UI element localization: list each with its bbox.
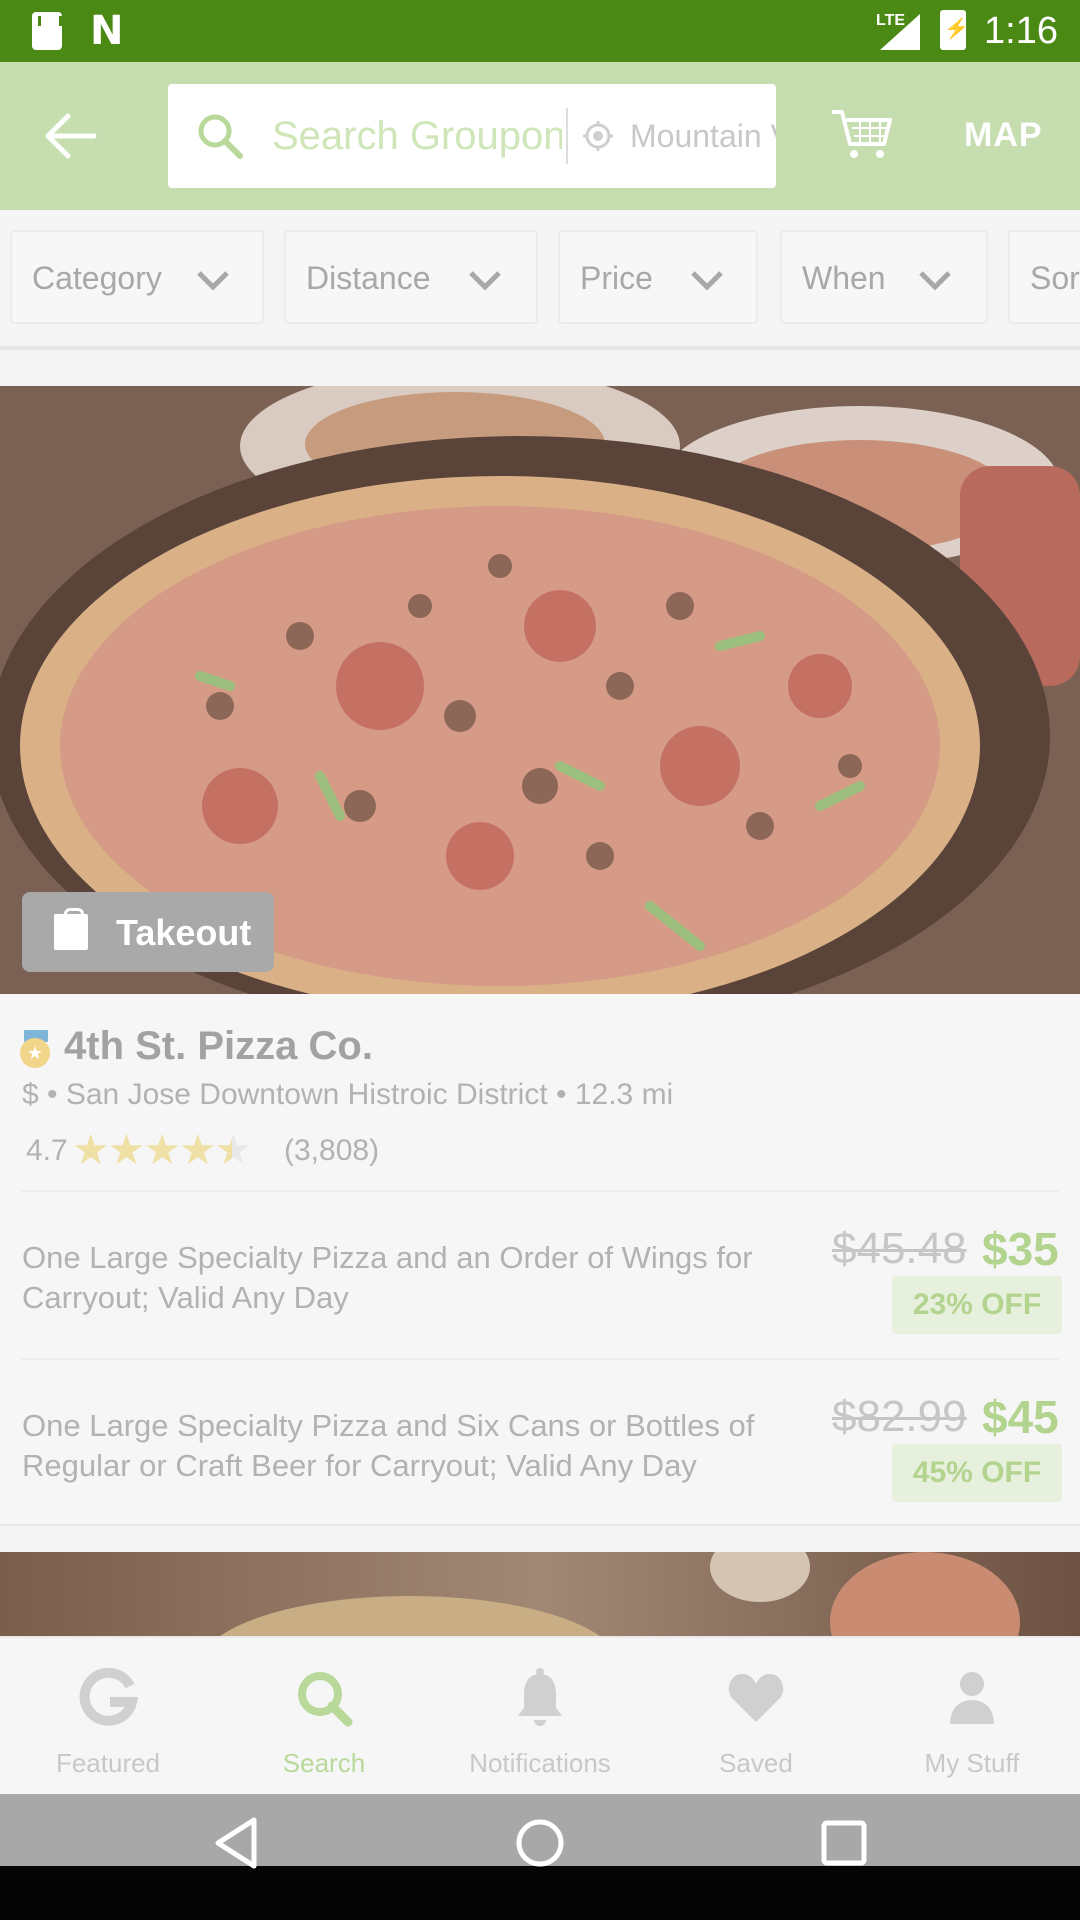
home-icon[interactable] <box>514 1816 566 1870</box>
discount-badge: 45% OFF <box>892 1444 1062 1502</box>
half-star-icon: ★ <box>215 1128 253 1173</box>
chevron-down-icon <box>691 271 723 291</box>
merchant-name: 4th St. Pizza Co. <box>64 1024 373 1068</box>
nav-my-stuff[interactable]: My Stuff <box>864 1638 1080 1796</box>
clock: 1:16 <box>984 10 1058 52</box>
back-icon[interactable] <box>212 1816 260 1870</box>
deal-option-title: One Large Specialty Pizza and an Order o… <box>22 1240 753 1315</box>
deal-option-title: One Large Specialty Pizza and Six Cans o… <box>22 1408 755 1483</box>
battery-icon <box>940 10 969 50</box>
original-price: $45.48 <box>832 1224 967 1273</box>
filter-label: Category <box>32 260 162 296</box>
chevron-down-icon <box>197 271 229 291</box>
next-deal-image-detail <box>830 1552 1020 1636</box>
search-icon <box>294 1668 354 1728</box>
filter-when[interactable]: When <box>780 230 988 324</box>
medal-icon <box>20 1030 52 1068</box>
next-deal-card[interactable] <box>0 1552 1080 1636</box>
nav-notifications[interactable]: Notifications <box>432 1638 648 1796</box>
original-price: $82.99 <box>832 1392 967 1441</box>
nav-featured[interactable]: Featured <box>0 1638 216 1796</box>
deal-price: $35 <box>982 1223 1059 1275</box>
star-icon: ★ <box>143 1126 181 1173</box>
filter-bar: Category Distance Price When Sort <box>0 210 1080 350</box>
cart-icon[interactable] <box>830 106 894 167</box>
network-type: LTE <box>876 12 906 29</box>
nav-saved[interactable]: Saved <box>648 1638 864 1796</box>
search-input[interactable]: Search Groupon <box>272 114 562 159</box>
app-bar: Search Groupon Mountain View MAP <box>0 62 1080 210</box>
status-bar: N LTE 1:16 <box>0 0 1080 62</box>
nav-label: Featured <box>55 1748 161 1778</box>
filter-label: When <box>802 260 886 296</box>
rating-count: (3,808) <box>284 1134 380 1167</box>
merchant-meta: $ • San Jose Downtown Histroic District … <box>22 1078 674 1111</box>
takeout-label: Takeout <box>116 912 252 953</box>
filter-label: Price <box>580 260 653 296</box>
filter-label: Sort <box>1030 260 1080 296</box>
rating-value: 4.7 <box>26 1134 68 1167</box>
bag-icon <box>54 908 88 950</box>
star-icon: ★ <box>178 1126 217 1173</box>
filter-price[interactable]: Price <box>558 230 758 324</box>
person-icon <box>942 1668 1002 1728</box>
star-icon: ★ <box>72 1126 110 1173</box>
takeout-badge: Takeout <box>22 892 274 972</box>
groupon-g-icon <box>78 1667 139 1728</box>
system-nav-strip <box>0 1866 1080 1920</box>
nav-label: Notifications <box>469 1748 611 1778</box>
nav-search[interactable]: Search <box>216 1638 432 1796</box>
system-nav-bar <box>0 1794 1080 1920</box>
deal-image: Takeout <box>0 386 1080 994</box>
location-field[interactable]: Mountain View <box>630 118 776 155</box>
search-divider <box>566 108 568 164</box>
location-icon <box>582 120 614 157</box>
back-arrow-icon[interactable] <box>44 110 100 162</box>
nav-label: My Stuff <box>924 1748 1020 1778</box>
star-icon: ★ <box>107 1126 146 1173</box>
deal-card[interactable]: Takeout 4th St. Pizza Co. $ • San Jose D… <box>0 386 1080 1526</box>
divider <box>22 1190 1058 1192</box>
filter-category[interactable]: Category <box>10 230 264 324</box>
next-deal-image-detail <box>710 1552 810 1602</box>
next-deal-image <box>200 1596 620 1636</box>
filter-sort[interactable]: Sort <box>1008 230 1080 324</box>
deal-price: $45 <box>982 1391 1059 1443</box>
filter-label: Distance <box>306 260 431 296</box>
filter-distance[interactable]: Distance <box>284 230 538 324</box>
search-box[interactable]: Search Groupon Mountain View <box>168 84 776 188</box>
nav-label: Saved <box>719 1748 793 1778</box>
n-logo-icon: N <box>90 8 124 54</box>
bottom-nav: Featured Search Notifications Saved My S… <box>0 1636 1080 1794</box>
sd-card-icon <box>32 12 62 50</box>
divider <box>22 1358 1058 1360</box>
map-button[interactable]: MAP <box>964 116 1043 155</box>
recents-icon[interactable] <box>820 1816 868 1870</box>
chevron-down-icon <box>919 271 951 291</box>
rating-stars: ★★★★★ <box>72 1126 253 1173</box>
search-icon <box>196 112 244 165</box>
nav-label: Search <box>282 1748 366 1778</box>
chevron-down-icon <box>469 271 501 291</box>
bell-icon <box>510 1668 570 1728</box>
discount-badge: 23% OFF <box>892 1276 1062 1334</box>
heart-icon <box>726 1668 786 1728</box>
